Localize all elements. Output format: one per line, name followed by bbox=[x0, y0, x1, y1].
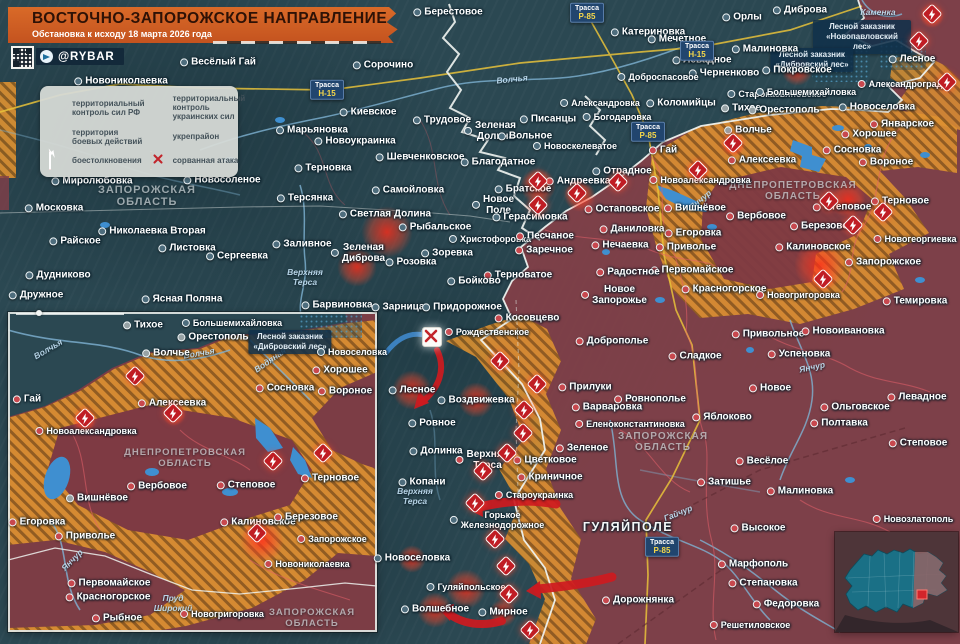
legend-clash-icon bbox=[48, 148, 55, 170]
legend-icon-cell bbox=[48, 148, 67, 170]
legend-failed-attack-icon bbox=[149, 150, 163, 170]
legend-item-label: боестолкновения bbox=[72, 156, 142, 166]
channel-name: @RYBAR bbox=[58, 50, 115, 63]
inset-scalebar bbox=[16, 310, 124, 316]
legend-icon-cell bbox=[149, 150, 168, 170]
channel-badge: @RYBAR bbox=[36, 48, 125, 65]
map-canvas: Весёлый Гай Берестовое Сорочино Катериновка… bbox=[0, 0, 960, 644]
telegram-icon bbox=[40, 50, 53, 63]
legend-item-label: территориальный контроль сил РФ bbox=[72, 98, 145, 117]
rf-attack-arrow bbox=[418, 347, 445, 406]
scalebar bbox=[213, 41, 381, 44]
map-subtitle: Обстановка к исходу 18 марта 2026 года bbox=[32, 29, 212, 39]
arrow-head bbox=[526, 581, 541, 599]
rf-attack-arrow bbox=[444, 609, 506, 629]
title-banner: ВОСТОЧНО-ЗАПОРОЖСКОЕ НАПРАВЛЕНИЕ Обстано… bbox=[8, 7, 398, 43]
legend-panel: территориальный контроль сил РФ территори… bbox=[40, 86, 245, 177]
rf-attack-arrow bbox=[475, 496, 561, 512]
legend-item-label: укрепрайон bbox=[172, 132, 220, 142]
legend-item-label: территория боевых действий bbox=[72, 127, 143, 146]
map-title: ВОСТОЧНО-ЗАПОРОЖСКОЕ НАПРАВЛЕНИЕ bbox=[32, 10, 388, 27]
qr-code bbox=[11, 46, 34, 69]
failed-attack-icon bbox=[422, 327, 442, 347]
legend-item-label: территориальный контроль украинских сил bbox=[172, 94, 246, 122]
rf-attack-arrow bbox=[533, 572, 617, 594]
legend-item-label: сорванная атака bbox=[172, 156, 239, 166]
